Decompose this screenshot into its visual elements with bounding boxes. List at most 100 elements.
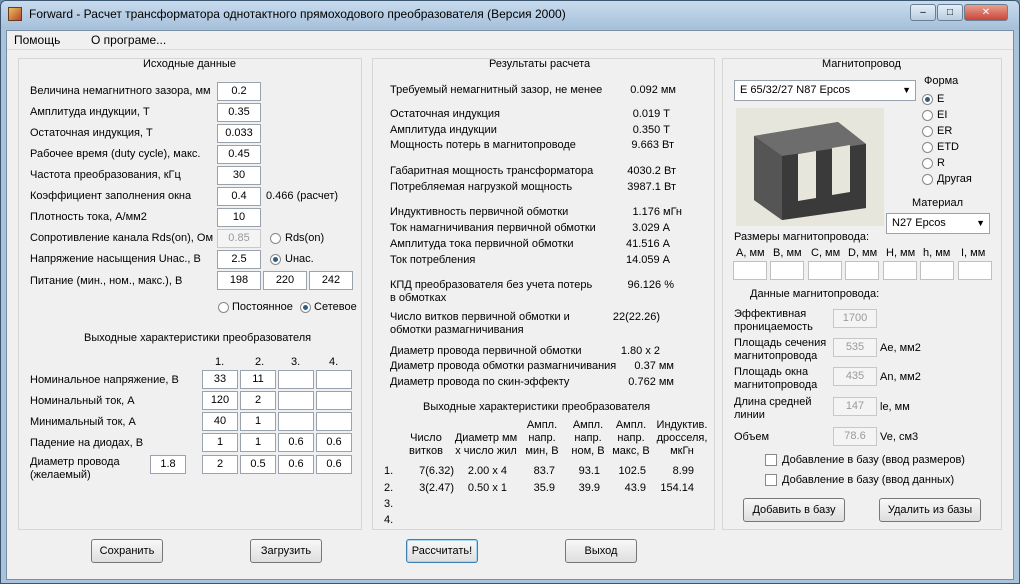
add-dims-checkbox[interactable] xyxy=(765,454,777,466)
core-title: Магнитопровод xyxy=(822,58,901,70)
out1-min-current[interactable]: 40 xyxy=(202,412,238,431)
menu-about[interactable]: О програме... xyxy=(91,33,166,47)
material-select[interactable]: N27 Epcos ▼ xyxy=(886,213,990,234)
title-bar: Forward - Расчет трансформатора однотакт… xyxy=(1,1,1019,29)
out3-min-current[interactable] xyxy=(278,412,314,431)
add-to-db-button[interactable]: Добавить в базу xyxy=(743,498,845,522)
out-row-1-num: 1. xyxy=(384,465,394,477)
usat-field[interactable]: 2.5 xyxy=(217,250,261,269)
out2-wire[interactable]: 0.5 xyxy=(240,455,276,474)
load-button[interactable]: Загрузить xyxy=(250,539,322,563)
shape-label-e: E xyxy=(937,93,945,105)
dc-radio[interactable] xyxy=(218,302,229,313)
frequency-field[interactable]: 30 xyxy=(217,166,261,185)
out3-wire[interactable]: 0.6 xyxy=(278,455,314,474)
add-data-label: Добавление в базу (ввод данных) xyxy=(782,474,955,486)
output-chars-title: Выходные характеристики преобразователя xyxy=(84,332,312,344)
minimize-button[interactable]: – xyxy=(910,4,936,21)
out2-diode-drop[interactable]: 1 xyxy=(240,433,276,452)
out1-wire[interactable]: 2 xyxy=(202,455,238,474)
calculate-button[interactable]: Рассчитать! xyxy=(406,539,478,563)
maximize-button[interactable]: □ xyxy=(937,4,963,21)
col-header-3: 3. xyxy=(291,356,301,368)
window-area-field[interactable]: 435 xyxy=(833,367,877,386)
permeability-field[interactable]: 1700 xyxy=(833,309,877,328)
shape-radio-er[interactable] xyxy=(922,126,933,137)
shape-radio-e[interactable] xyxy=(922,94,933,105)
duty-field[interactable]: 0.45 xyxy=(217,145,261,164)
out1-nominal-voltage[interactable]: 33 xyxy=(202,370,238,389)
fill-field[interactable]: 0.4 xyxy=(217,187,261,206)
result-label-primary-wire: Диаметр провода первичной обмотки xyxy=(390,345,582,357)
out3-nominal-voltage[interactable] xyxy=(278,370,314,389)
menu-help[interactable]: Помощь xyxy=(14,33,60,47)
out4-nominal-voltage[interactable] xyxy=(316,370,352,389)
out2-nominal-current[interactable]: 2 xyxy=(240,391,276,410)
core-select[interactable]: E 65/32/27 N87 Epcos ▼ xyxy=(734,80,916,101)
shape-radio-other[interactable] xyxy=(922,174,933,185)
out-row-2-vnom: 39.9 xyxy=(578,482,600,494)
out-row-2-vmax: 43.9 xyxy=(624,482,646,494)
result-value-skin-wire: 0.762 мм xyxy=(628,376,674,388)
usat-radio[interactable] xyxy=(270,254,281,265)
out2-min-current[interactable]: 1 xyxy=(240,412,276,431)
save-button[interactable]: Сохранить xyxy=(91,539,163,563)
param-label-window: Площадь окна магнитопровода xyxy=(734,366,818,391)
close-button[interactable]: ✕ xyxy=(964,4,1008,21)
supply-max-field[interactable]: 242 xyxy=(309,271,353,290)
volume-field[interactable]: 78.6 xyxy=(833,427,877,446)
out3-diode-drop[interactable]: 0.6 xyxy=(278,433,314,452)
shape-radio-etd[interactable] xyxy=(922,142,933,153)
out1-diode-drop[interactable]: 1 xyxy=(202,433,238,452)
shape-label-r: R xyxy=(937,157,945,169)
dim-label-i: I, мм xyxy=(961,247,986,259)
dim-i-field[interactable] xyxy=(958,261,992,280)
rds-field[interactable]: 0.85 xyxy=(217,229,261,248)
dim-h-lower-field[interactable] xyxy=(920,261,954,280)
result-value-overall-power: 4030.2 Вт xyxy=(627,165,676,177)
primary-wire-desired-field[interactable]: 1.8 xyxy=(150,455,186,474)
out1-nominal-current[interactable]: 120 xyxy=(202,391,238,410)
menu-bar: Помощь О програме... xyxy=(7,31,1013,50)
out-row-1-turns: 7(6.32) xyxy=(419,465,454,477)
induction-field[interactable]: 0.35 xyxy=(217,103,261,122)
supply-min-field[interactable]: 198 xyxy=(217,271,261,290)
ac-radio[interactable] xyxy=(300,302,311,313)
out4-nominal-current[interactable] xyxy=(316,391,352,410)
out-header-diameter: Диаметр мм х число жил xyxy=(454,432,518,457)
dim-d-field[interactable] xyxy=(845,261,879,280)
exit-button[interactable]: Выход xyxy=(565,539,637,563)
core-select-value: E 65/32/27 N87 Epcos xyxy=(740,84,851,96)
cross-section-field[interactable]: 535 xyxy=(833,338,877,357)
dim-c-field[interactable] xyxy=(808,261,842,280)
shape-radio-r[interactable] xyxy=(922,158,933,169)
shape-label-other: Другая xyxy=(937,173,972,185)
dim-b-field[interactable] xyxy=(770,261,804,280)
dim-label-h-upper: H, мм xyxy=(886,247,916,259)
dim-a-field[interactable] xyxy=(733,261,767,280)
gap-field[interactable]: 0.2 xyxy=(217,82,261,101)
shape-radio-ei[interactable] xyxy=(922,110,933,121)
residual-field[interactable]: 0.033 xyxy=(217,124,261,143)
input-label-freq: Частота преобразования, кГц xyxy=(30,169,181,181)
out4-wire[interactable]: 0.6 xyxy=(316,455,352,474)
out-row-1-diameter: 2.00 x 4 xyxy=(467,465,507,477)
supply-nom-field[interactable]: 220 xyxy=(263,271,307,290)
input-label-induction: Амплитуда индукции, Т xyxy=(30,106,150,118)
app-icon xyxy=(8,7,22,21)
rds-radio[interactable] xyxy=(270,233,281,244)
density-field[interactable]: 10 xyxy=(217,208,261,227)
param-unit-ve: Ve, см3 xyxy=(880,431,919,443)
path-length-field[interactable]: 147 xyxy=(833,397,877,416)
out4-diode-drop[interactable]: 0.6 xyxy=(316,433,352,452)
out4-min-current[interactable] xyxy=(316,412,352,431)
result-value-peak-current: 41.516 А xyxy=(625,238,670,250)
input-label-density: Плотность тока, А/мм2 xyxy=(30,211,147,223)
out2-nominal-voltage[interactable]: 11 xyxy=(240,370,276,389)
out3-nominal-current[interactable] xyxy=(278,391,314,410)
dim-label-d: D, мм xyxy=(848,247,878,259)
remove-from-db-button[interactable]: Удалить из базы xyxy=(879,498,981,522)
fill-calc-value: 0.466 (расчет) xyxy=(266,190,339,202)
add-data-checkbox[interactable] xyxy=(765,474,777,486)
dim-h-upper-field[interactable] xyxy=(883,261,917,280)
